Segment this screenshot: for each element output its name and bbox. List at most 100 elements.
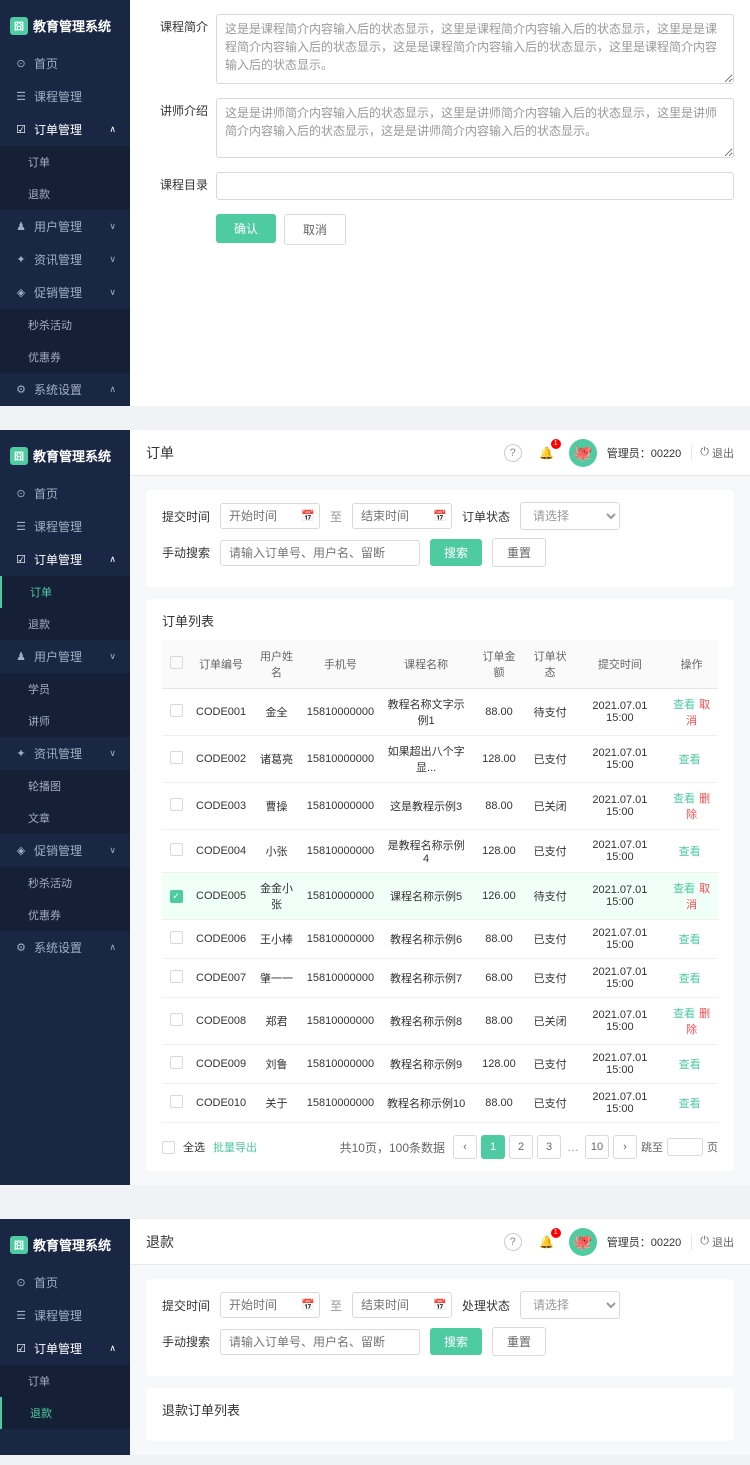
date-end-input[interactable] <box>352 503 452 529</box>
help-button[interactable]: ? <box>501 441 525 465</box>
view-action[interactable]: 查看 <box>679 754 701 766</box>
row-checkbox[interactable] <box>170 970 183 983</box>
sidebar3-item-order[interactable]: 订单 <box>0 1365 130 1397</box>
sidebar2-item-teacher[interactable]: 讲师 <box>0 705 130 737</box>
view-action[interactable]: 查看 <box>673 793 695 805</box>
prev-page-button[interactable]: ‹ <box>453 1135 477 1159</box>
refund-notification-button[interactable]: 🔔 1 <box>535 1230 559 1254</box>
row-checkbox[interactable] <box>170 1056 183 1069</box>
row-checkbox[interactable] <box>170 798 183 811</box>
row-checkbox[interactable] <box>170 931 183 944</box>
sidebar2-item-news-mgmt[interactable]: ✦ 资讯管理 ∨ <box>0 737 130 770</box>
view-action[interactable]: 查看 <box>679 973 701 985</box>
row-checkbox[interactable] <box>170 704 183 717</box>
order-amount: 128.00 <box>472 1045 526 1084</box>
refund-search-bar: 提交时间 📅 至 📅 处理状态 请选择 <box>146 1279 734 1376</box>
sidebar3-item-order-mgmt[interactable]: ☑ 订单管理 ∧ <box>0 1332 130 1365</box>
manual-search-input[interactable] <box>220 540 420 566</box>
sidebar-item-promo-mgmt[interactable]: ◈ 促销管理 ∨ <box>0 276 130 309</box>
sidebar-order: 囧 教育管理系统 ⊙ 首页 ☰ 课程管理 ☑ 订单管理 ∧ <box>0 430 130 1185</box>
sidebar-sub-order: 订单 退款 <box>0 146 130 210</box>
sidebar2-item-order-mgmt[interactable]: ☑ 订单管理 ∧ <box>0 543 130 576</box>
refund-topbar: 退款 ? 🔔 1 🐙 管理员：00220 ⏻ 退出 <box>130 1219 750 1265</box>
sidebar-item-user-mgmt[interactable]: ♟ 用户管理 ∨ <box>0 210 130 243</box>
row-checkbox[interactable] <box>170 1095 183 1108</box>
order-time: 2021.07.01 15:00 <box>574 998 665 1045</box>
refund-reset-button[interactable]: 重置 <box>492 1327 546 1356</box>
sidebar2-item-settings[interactable]: ⚙ 系统设置 ∧ <box>0 931 130 964</box>
view-action[interactable]: 查看 <box>679 934 701 946</box>
refund-logout-button[interactable]: ⏻ 退出 <box>691 1234 734 1250</box>
view-action[interactable]: 查看 <box>673 699 695 711</box>
confirm-button[interactable]: 确认 <box>216 214 276 243</box>
reset-button[interactable]: 重置 <box>492 538 546 567</box>
sidebar-item-course[interactable]: ☰ 课程管理 <box>0 80 130 113</box>
notification-button[interactable]: 🔔 1 <box>535 441 559 465</box>
sidebar2-item-article[interactable]: 文章 <box>0 802 130 834</box>
sidebar2-item-coupon[interactable]: 优惠券 <box>0 899 130 931</box>
refund-date-start-input[interactable] <box>220 1292 320 1318</box>
app-name: 教育管理系统 <box>33 16 111 35</box>
view-action[interactable]: 查看 <box>679 1098 701 1110</box>
refund-search-button[interactable]: 搜索 <box>430 1328 482 1355</box>
row-checkbox[interactable] <box>170 751 183 764</box>
sidebar2-item-order[interactable]: 订单 <box>0 576 130 608</box>
view-action[interactable]: 查看 <box>673 883 695 895</box>
sidebar2-item-promo-mgmt[interactable]: ◈ 促销管理 ∨ <box>0 834 130 867</box>
search-button[interactable]: 搜索 <box>430 539 482 566</box>
page-2-button[interactable]: 2 <box>509 1135 533 1159</box>
date-start-input[interactable] <box>220 503 320 529</box>
sidebar2-item-refund[interactable]: 退款 <box>0 608 130 640</box>
refund-status-select[interactable]: 请选择 <box>520 1291 620 1319</box>
sidebar-label-refund: 退款 <box>28 186 50 202</box>
export-button[interactable]: 批量导出 <box>213 1139 257 1155</box>
sidebar-item-order[interactable]: 订单 <box>0 146 130 178</box>
pagination: 共10页，100条数据 ‹ 1 2 3 … 10 › 跳至 <box>340 1135 718 1159</box>
logout-button[interactable]: ⏻ 退出 <box>691 445 734 461</box>
course-intro-textarea[interactable]: 这是是课程简介内容输入后的状态显示，这里是课程简介内容输入后的状态显示，这里是是… <box>216 14 734 84</box>
row-checkbox-cell <box>162 1084 190 1123</box>
page-info: 共10页，100条数据 <box>340 1139 445 1156</box>
home-icon: ⊙ <box>14 57 28 71</box>
page-3-button[interactable]: 3 <box>537 1135 561 1159</box>
sidebar3-item-refund[interactable]: 退款 <box>0 1397 130 1429</box>
refund-help-button[interactable]: ? <box>501 1230 525 1254</box>
jump-input[interactable] <box>667 1138 703 1156</box>
sidebar2-item-user-mgmt[interactable]: ♟ 用户管理 ∨ <box>0 640 130 673</box>
sidebar-item-home[interactable]: ⊙ 首页 <box>0 47 130 80</box>
course-catalog-input[interactable]: 第一讲文字示例，第二讲文字示例，第三讲文字示例 <box>216 172 734 200</box>
refund-date-end-input[interactable] <box>352 1292 452 1318</box>
view-action[interactable]: 查看 <box>679 1059 701 1071</box>
sidebar2-item-carousel[interactable]: 轮播图 <box>0 770 130 802</box>
teacher-intro-textarea[interactable]: 这是是讲师简介内容输入后的状态显示，这里是讲师简介内容输入后的状态显示，这里是讲… <box>216 98 734 158</box>
sidebar2-item-flash-sale[interactable]: 秒杀活动 <box>0 867 130 899</box>
select-all-checkbox[interactable] <box>170 656 183 669</box>
course3-icon: ☰ <box>14 1309 28 1323</box>
sidebar-item-news-mgmt[interactable]: ✦ 资讯管理 ∨ <box>0 243 130 276</box>
footer-select-all-checkbox[interactable] <box>162 1141 175 1154</box>
sidebar-item-settings[interactable]: ⚙ 系统设置 ∧ <box>0 373 130 406</box>
order2-icon: ☑ <box>14 553 28 567</box>
row-checkbox[interactable] <box>170 843 183 856</box>
sidebar2-item-home[interactable]: ⊙ 首页 <box>0 477 130 510</box>
row-checkbox[interactable] <box>170 1013 183 1026</box>
order-status: 已关闭 <box>526 783 575 830</box>
sidebar3-item-home[interactable]: ⊙ 首页 <box>0 1266 130 1299</box>
sidebar2-item-course[interactable]: ☰ 课程管理 <box>0 510 130 543</box>
row-checkbox[interactable]: ✓ <box>170 890 183 903</box>
sidebar-item-flash-sale[interactable]: 秒杀活动 <box>0 309 130 341</box>
order-actions: 查看 <box>665 1045 718 1084</box>
sidebar-item-coupon[interactable]: 优惠券 <box>0 341 130 373</box>
page-10-button[interactable]: 10 <box>585 1135 609 1159</box>
cancel-button[interactable]: 取消 <box>284 214 346 245</box>
refund-manual-search-input[interactable] <box>220 1329 420 1355</box>
order-status-select[interactable]: 请选择 待支付 已支付 已关闭 <box>520 502 620 530</box>
sidebar-item-order-mgmt[interactable]: ☑ 订单管理 ∧ <box>0 113 130 146</box>
view-action[interactable]: 查看 <box>679 846 701 858</box>
sidebar-item-refund[interactable]: 退款 <box>0 178 130 210</box>
sidebar3-item-course[interactable]: ☰ 课程管理 <box>0 1299 130 1332</box>
next-page-button[interactable]: › <box>613 1135 637 1159</box>
sidebar2-item-student[interactable]: 学员 <box>0 673 130 705</box>
page-1-button[interactable]: 1 <box>481 1135 505 1159</box>
view-action[interactable]: 查看 <box>673 1008 695 1020</box>
